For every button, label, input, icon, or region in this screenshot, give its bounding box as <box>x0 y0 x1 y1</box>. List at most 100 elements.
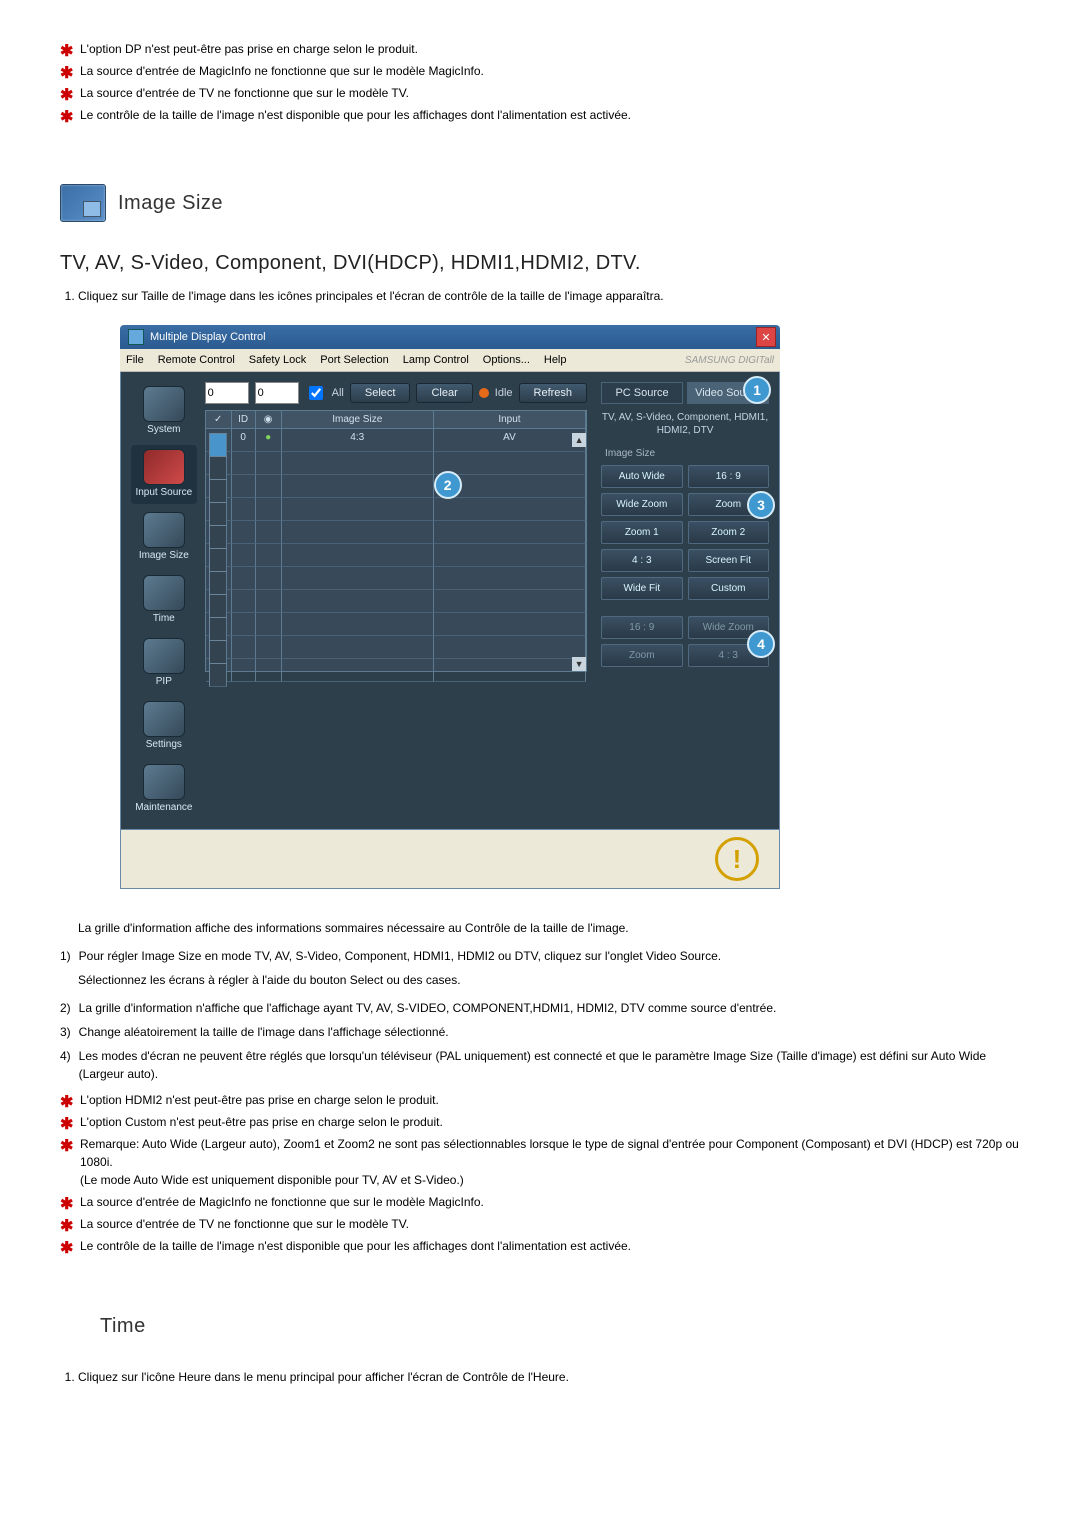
tab-pc-source[interactable]: PC Source <box>601 382 683 404</box>
callout-marker-3: 3 <box>747 491 775 519</box>
sidebar-time[interactable]: Time <box>131 571 197 630</box>
note-text: L'option DP n'est peut-être pas prise en… <box>80 42 418 56</box>
opt-169[interactable]: 16 : 9 <box>688 465 769 488</box>
note-item: ✱Remarque: Auto Wide (Largeur auto), Zoo… <box>60 1135 1020 1189</box>
menu-port[interactable]: Port Selection <box>320 354 388 366</box>
sidebar: System Input Source Image Size Time PIP … <box>131 382 197 819</box>
steps-list: Cliquez sur Taille de l'image dans les i… <box>60 287 1020 305</box>
checkbox-all[interactable] <box>309 386 323 400</box>
callout-marker-2: 2 <box>434 471 462 499</box>
menu-lamp[interactable]: Lamp Control <box>403 354 469 366</box>
image-size-icon <box>143 512 185 548</box>
col-id: ID <box>232 411 256 429</box>
row-id: 0 <box>232 429 256 452</box>
time-step: Cliquez sur l'icône Heure dans le menu p… <box>78 1368 1020 1386</box>
note-text: La source d'entrée de MagicInfo ne fonct… <box>80 64 484 78</box>
refresh-button[interactable]: Refresh <box>519 383 588 403</box>
row-input: AV <box>434 429 586 452</box>
item-number: 3) <box>60 1023 71 1041</box>
item-text: La grille d'information n'affiche que l'… <box>79 999 777 1017</box>
titlebar-text: Multiple Display Control <box>128 329 266 345</box>
sidebar-label: System <box>147 424 180 435</box>
note-item: ✱Le contrôle de la taille de l'image n'e… <box>60 106 1020 124</box>
note-item: ✱La source d'entrée de MagicInfo ne fonc… <box>60 62 1020 80</box>
numbered-descriptions: 1)Pour régler Image Size en mode TV, AV,… <box>60 947 1020 1083</box>
app-icon <box>128 329 144 345</box>
note-item: ✱L'option HDMI2 n'est peut-être pas pris… <box>60 1091 1020 1109</box>
opt-zoom2[interactable]: Zoom 2 <box>688 521 769 544</box>
dropdown-1[interactable] <box>205 382 249 404</box>
sidebar-maintenance[interactable]: Maintenance <box>131 760 197 819</box>
sidebar-label: Time <box>153 613 175 624</box>
clear-button[interactable]: Clear <box>416 383 472 403</box>
menu-help[interactable]: Help <box>544 354 567 366</box>
grid-row-empty <box>206 636 586 659</box>
opt-autowide[interactable]: Auto Wide <box>601 465 682 488</box>
alert-icon: ! <box>715 837 759 881</box>
note-text: Le contrôle de la taille de l'image n'es… <box>80 1239 631 1253</box>
menu-file[interactable]: File <box>126 354 144 366</box>
opt-widefit[interactable]: Wide Fit <box>601 577 682 600</box>
scroll-down-icon[interactable]: ▼ <box>572 657 586 671</box>
close-button[interactable]: ✕ <box>756 327 776 347</box>
item-text: Sélectionnez les écrans à régler à l'aid… <box>78 971 1020 989</box>
grid-row-empty <box>206 613 586 636</box>
toolbar: All Select Clear Idle Refresh <box>205 382 587 404</box>
display-grid: ✓ ID ◉ Image Size Input 0 ● 4:3 AV <box>205 410 587 672</box>
menu-options[interactable]: Options... <box>483 354 530 366</box>
item-text: Pour régler Image Size en mode TV, AV, S… <box>79 947 721 965</box>
star-icon: ✱ <box>60 1237 73 1261</box>
star-icon: ✱ <box>60 40 73 64</box>
settings-icon <box>143 701 185 737</box>
opt2-zoom[interactable]: Zoom <box>601 644 682 667</box>
sidebar-settings[interactable]: Settings <box>131 697 197 756</box>
option-grid: Auto Wide 16 : 9 Wide Zoom Zoom Zoom 1 Z… <box>601 465 769 600</box>
label-all: All <box>332 387 344 399</box>
menu-safety[interactable]: Safety Lock <box>249 354 306 366</box>
callout-marker-1: 1 <box>743 376 771 404</box>
note-item: ✱L'option DP n'est peut-être pas prise e… <box>60 40 1020 58</box>
maintenance-icon <box>143 764 185 800</box>
star-icon: ✱ <box>60 106 73 130</box>
row-imgsize: 4:3 <box>282 429 434 452</box>
col-status: ◉ <box>256 411 282 429</box>
image-size-icon <box>60 184 106 222</box>
star-icon: ✱ <box>60 62 73 86</box>
opt-zoom1[interactable]: Zoom 1 <box>601 521 682 544</box>
input-source-icon <box>143 449 185 485</box>
note-text: La source d'entrée de MagicInfo ne fonct… <box>80 1195 484 1209</box>
panel-group-label: Image Size <box>605 448 769 459</box>
star-icon: ✱ <box>60 1193 73 1217</box>
sidebar-pip[interactable]: PIP <box>131 634 197 693</box>
star-icon: ✱ <box>60 1091 73 1115</box>
grid-row[interactable]: 0 ● 4:3 AV <box>206 429 586 452</box>
panel-subtitle: TV, AV, S-Video, Component, HDMI1, HDMI2… <box>601 408 769 440</box>
note-text: Remarque: Auto Wide (Largeur auto), Zoom… <box>80 1137 1019 1187</box>
opt-43[interactable]: 4 : 3 <box>601 549 682 572</box>
grid-row-empty <box>206 521 586 544</box>
bottom-notes-list: ✱L'option HDMI2 n'est peut-être pas pris… <box>60 1091 1020 1255</box>
opt-widezoom[interactable]: Wide Zoom <box>601 493 682 516</box>
section-title: Image Size <box>118 192 223 215</box>
select-button[interactable]: Select <box>350 383 411 403</box>
menu-remote[interactable]: Remote Control <box>158 354 235 366</box>
step-item: Cliquez sur Taille de l'image dans les i… <box>78 287 1020 305</box>
section-header-time: Time <box>100 1315 1020 1338</box>
dropdown-2[interactable] <box>255 382 299 404</box>
time-steps: Cliquez sur l'icône Heure dans le menu p… <box>60 1368 1020 1386</box>
note-item: ✱Le contrôle de la taille de l'image n'e… <box>60 1237 1020 1255</box>
status-dot-icon: ● <box>265 432 271 443</box>
sidebar-input-source[interactable]: Input Source <box>131 445 197 504</box>
label-idle: Idle <box>495 387 513 399</box>
scroll-up-icon[interactable]: ▲ <box>572 433 586 447</box>
sidebar-system[interactable]: System <box>131 382 197 441</box>
sidebar-image-size[interactable]: Image Size <box>131 508 197 567</box>
note-item: ✱La source d'entrée de MagicInfo ne fonc… <box>60 1193 1020 1211</box>
opt-custom[interactable]: Custom <box>688 577 769 600</box>
col-check: ✓ <box>206 411 232 429</box>
sidebar-label: Image Size <box>139 550 189 561</box>
opt-screenfit[interactable]: Screen Fit <box>688 549 769 572</box>
item-number: 4) <box>60 1047 71 1083</box>
app-body: System Input Source Image Size Time PIP … <box>120 372 780 830</box>
opt2-169[interactable]: 16 : 9 <box>601 616 682 639</box>
